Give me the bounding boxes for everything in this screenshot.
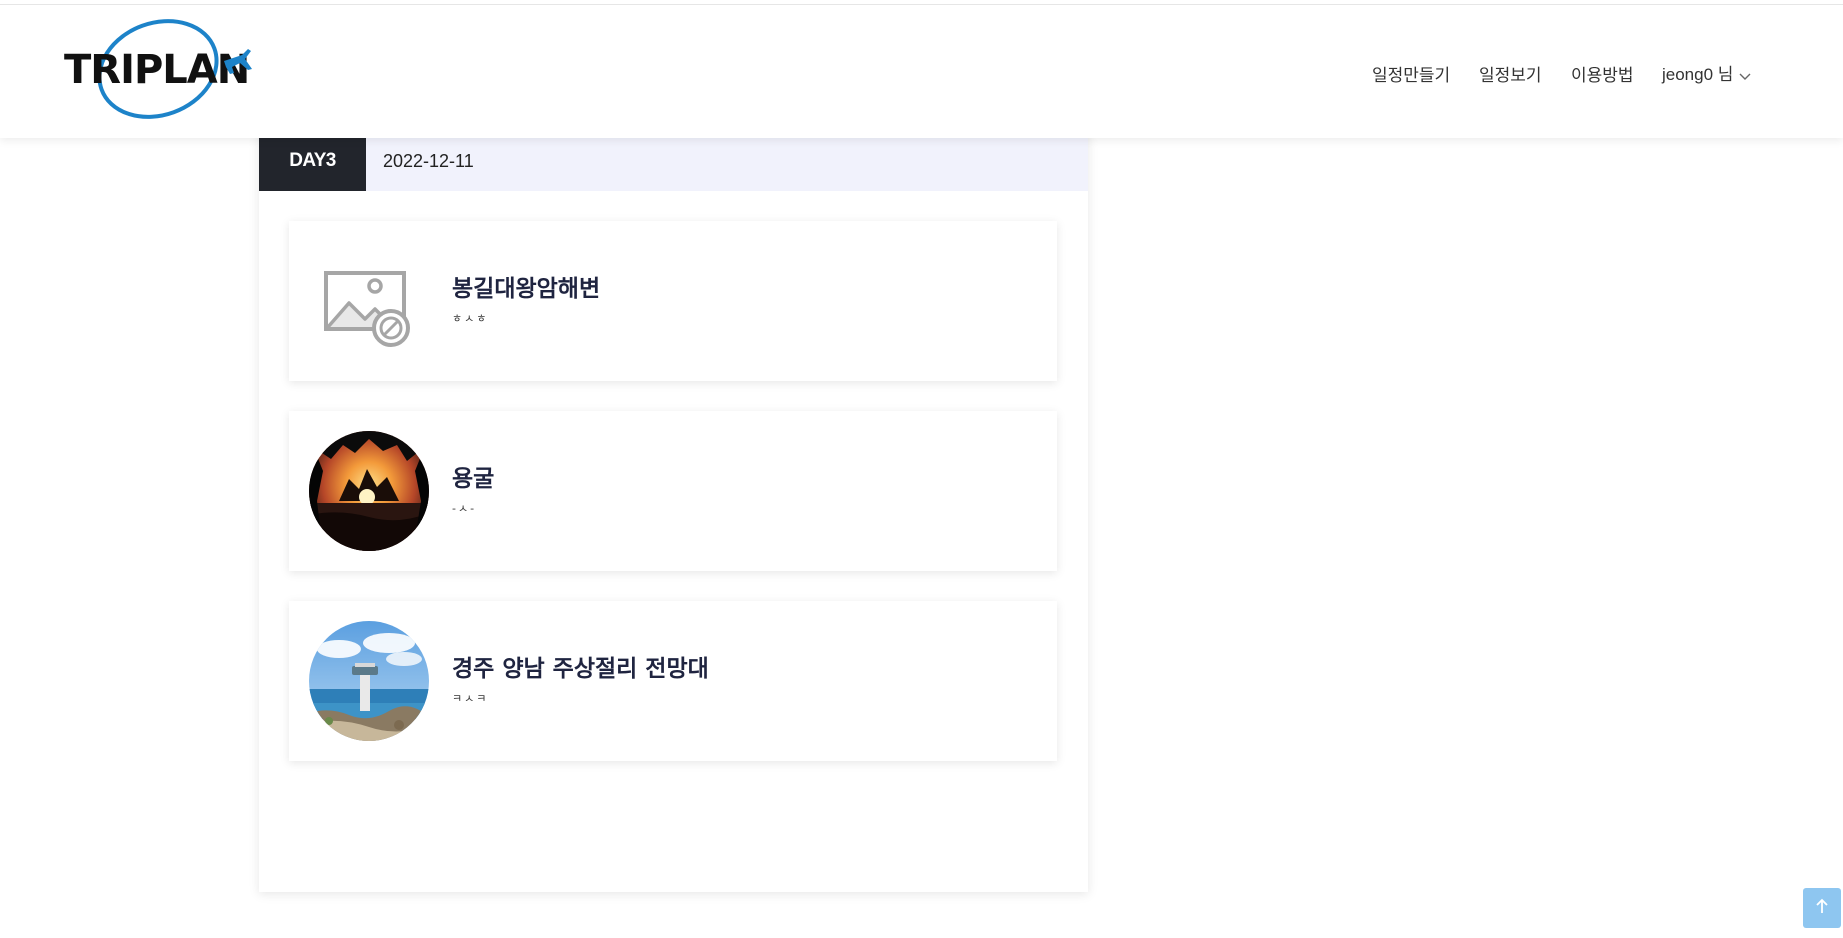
observatory-seaside-photo	[309, 621, 429, 741]
site-header: TRIPLAN 일정만들기 일정보기 이용방법 jeong0 님	[0, 0, 1843, 138]
chevron-down-icon	[1739, 66, 1751, 86]
place-name: 용굴	[452, 466, 495, 492]
nav-create-schedule[interactable]: 일정만들기	[1372, 61, 1450, 86]
day-header: DAY3 2022-12-11	[259, 131, 1088, 191]
day-badge: DAY3	[259, 131, 366, 191]
place-memo: ㅎㅅㅎ	[452, 312, 489, 325]
place-memo: -ㅅ-	[452, 502, 477, 515]
place-card[interactable]: 경주 양남 주상절리 전망대 ㅋㅅㅋ	[289, 601, 1057, 761]
nav-how-to-use[interactable]: 이용방법	[1571, 61, 1634, 86]
place-memo: ㅋㅅㅋ	[452, 692, 489, 705]
place-name: 봉길대왕암해변	[452, 276, 601, 302]
place-card[interactable]: 용굴 -ㅅ-	[289, 411, 1057, 571]
day-date: 2022-12-11	[383, 150, 474, 171]
nav-user-menu[interactable]: jeong0 님	[1662, 60, 1751, 86]
scroll-top-button[interactable]	[1803, 888, 1841, 928]
no-image-icon	[309, 241, 429, 361]
triplan-logo[interactable]: TRIPLAN	[62, 17, 252, 125]
arrow-up-icon	[1815, 898, 1829, 918]
nav-view-schedule[interactable]: 일정보기	[1479, 61, 1542, 86]
place-name: 경주 양남 주상절리 전망대	[452, 656, 709, 682]
logo-text: TRIPLAN	[64, 47, 249, 93]
user-label: jeong0 님	[1662, 65, 1734, 85]
cave-sunset-photo	[309, 431, 429, 551]
place-card[interactable]: 봉길대왕암해변 ㅎㅅㅎ	[289, 221, 1057, 381]
